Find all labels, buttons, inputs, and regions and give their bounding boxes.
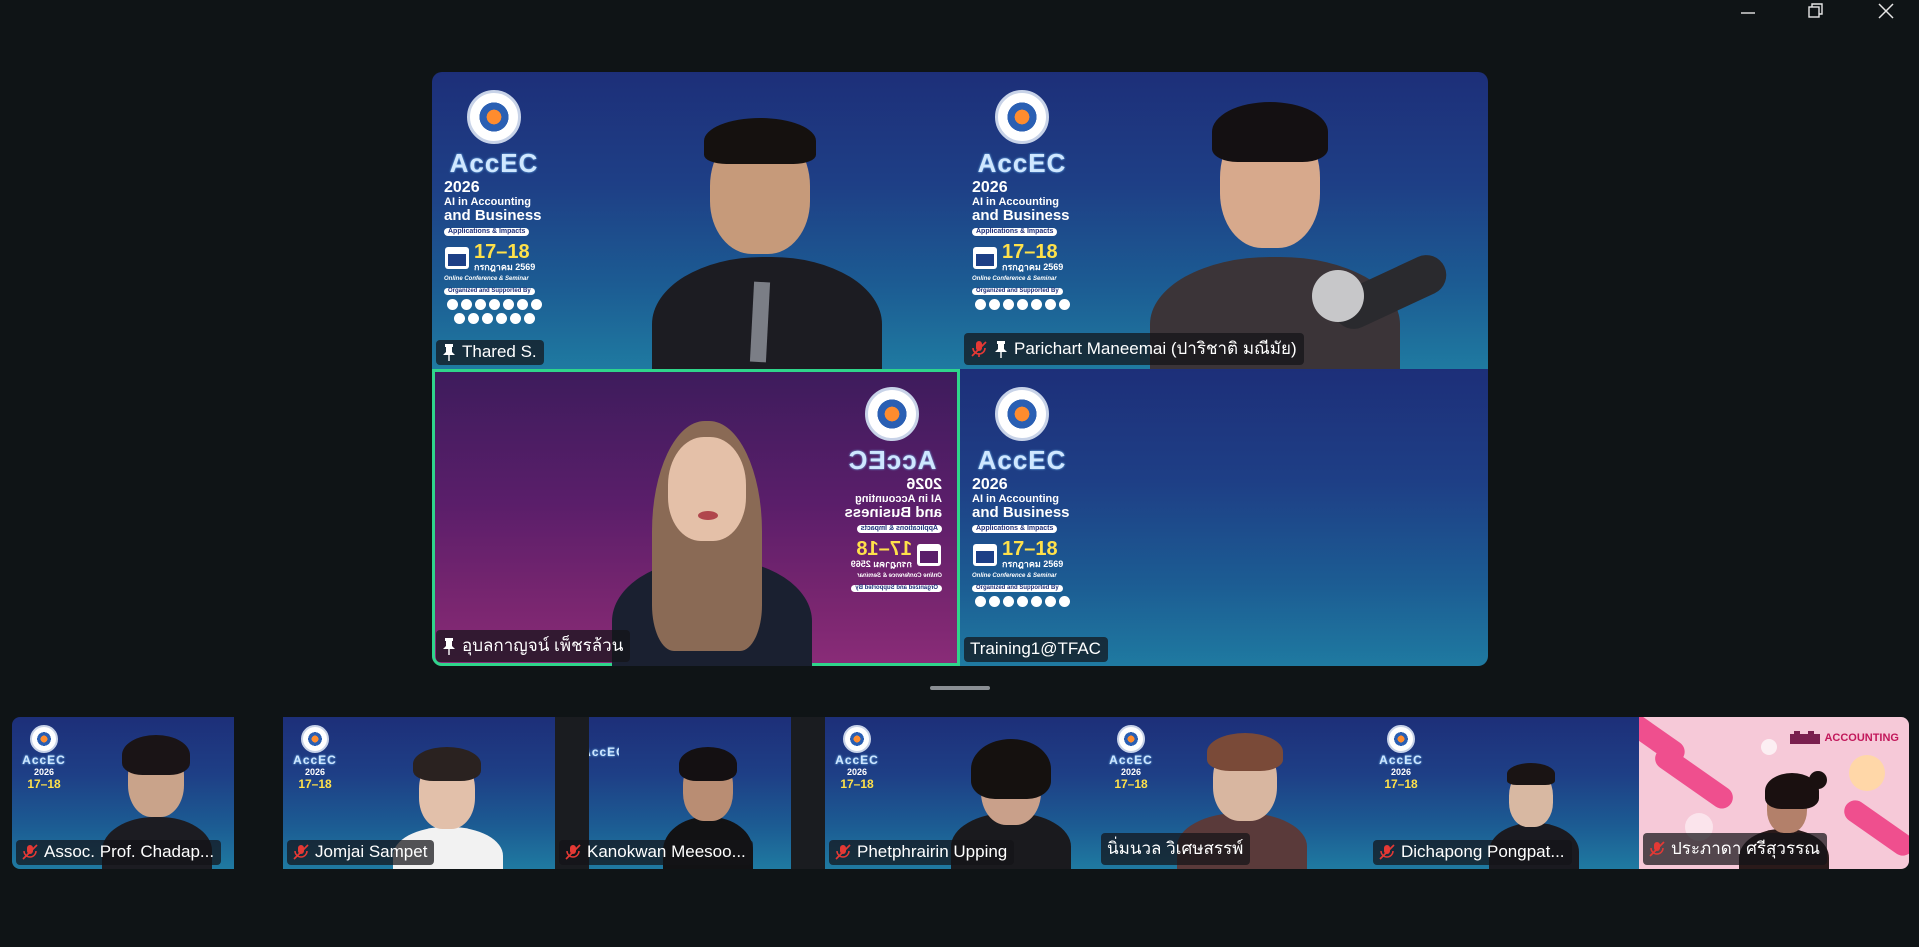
strip-video-tile[interactable]: AccEC 2026 17–18 Jomjai Sampet (283, 717, 555, 869)
event-poster: AccEC 2026 AI in Accounting and Business… (444, 90, 544, 325)
mic-muted-icon (1649, 840, 1665, 857)
event-poster: AccEC 2026 AI in Accounting and Business… (972, 387, 1072, 608)
calendar-icon (973, 543, 997, 566)
event-poster: AccEC 2026 17–18 (1375, 725, 1427, 791)
event-poster: AccEC 2026 17–18 (289, 725, 341, 791)
video-tile[interactable]: AccEC 2026 AI in Accounting and Business… (960, 72, 1488, 369)
calendar-icon (445, 246, 469, 269)
calendar-icon (973, 246, 997, 269)
strip-video-tile[interactable]: AccEC 2026 17–18 นิ่มนวล วิเศษสรรพ์ (1097, 717, 1369, 869)
restore-button[interactable] (1786, 0, 1846, 22)
participant-name-tag: นิ่มนวล วิเศษสรรพ์ (1101, 833, 1251, 865)
mic-muted-icon (22, 844, 38, 860)
pin-icon (443, 637, 455, 655)
minimize-button[interactable] (1718, 0, 1778, 22)
participant-name-tag: Phetphrairin Upping (829, 840, 1015, 865)
close-button[interactable] (1856, 0, 1916, 22)
participant-video (1080, 72, 1488, 369)
mic-muted-icon (971, 340, 987, 357)
mic-muted-icon (835, 844, 851, 860)
video-tile-active-speaker[interactable]: AccEC 2026 AI in Accounting and Business… (432, 369, 960, 666)
event-poster: AccEC 2026 17–18 (1105, 725, 1157, 791)
participant-name-tag: Parichart Maneemai (ปาริชาติ มณีมัย) (964, 333, 1304, 365)
participant-name-tag: Thared S. (436, 340, 544, 365)
event-poster: AccEC 2026 AI in Accounting and Business… (972, 90, 1072, 311)
participant-name-tag: Jomjai Sampet (287, 840, 435, 865)
strip-video-tile[interactable]: AccEC Kanokwan Meesoo... (555, 717, 791, 869)
event-poster: AccEC 2026 17–18 (18, 725, 70, 791)
strip-video-tile[interactable]: AccEC 2026 17–18 Dichapong Pongpat... (1369, 717, 1639, 869)
event-poster: AccEC 2026 17–18 (831, 725, 883, 791)
video-tile[interactable]: AccEC 2026 AI in Accounting and Business… (960, 369, 1488, 666)
video-tile[interactable]: AccEC 2026 AI in Accounting and Business… (432, 72, 960, 369)
minimize-icon (1741, 12, 1755, 14)
mic-muted-icon (565, 844, 581, 860)
event-poster: AccEC (589, 745, 619, 759)
calendar-icon (917, 543, 941, 566)
pin-icon (443, 344, 455, 361)
strip-video-tile[interactable]: AccEC 2026 17–18 Assoc. Prof. Chadap... (12, 717, 234, 869)
participant-name-tag: Dichapong Pongpat... (1373, 840, 1572, 865)
pin-icon (995, 340, 1007, 358)
participant-name-tag: อุบลกาญจน์ เพ็ชรล้วน (436, 630, 631, 662)
participant-video (582, 369, 842, 666)
participant-name-tag: Assoc. Prof. Chadap... (16, 840, 222, 865)
event-poster-mirrored: AccEC 2026 AI in Accounting and Business… (842, 387, 942, 592)
restore-icon (1808, 3, 1823, 18)
mic-muted-icon (1379, 844, 1395, 860)
mic-muted-icon (293, 844, 309, 860)
strip-video-tile[interactable]: ACCOUNTING ประภาดา ศรีสุวรรณ (1639, 717, 1909, 869)
participant-name-tag: Kanokwan Meesoo... (559, 840, 753, 865)
resize-handle[interactable] (930, 686, 990, 690)
participant-name-tag: Training1@TFAC (964, 637, 1108, 662)
strip-video-tile[interactable]: AccEC 2026 17–18 Phetphrairin Upping (791, 717, 1097, 869)
participant-video (552, 72, 960, 369)
close-icon (1878, 3, 1894, 19)
participant-name-tag: ประภาดา ศรีสุวรรณ (1643, 833, 1827, 865)
